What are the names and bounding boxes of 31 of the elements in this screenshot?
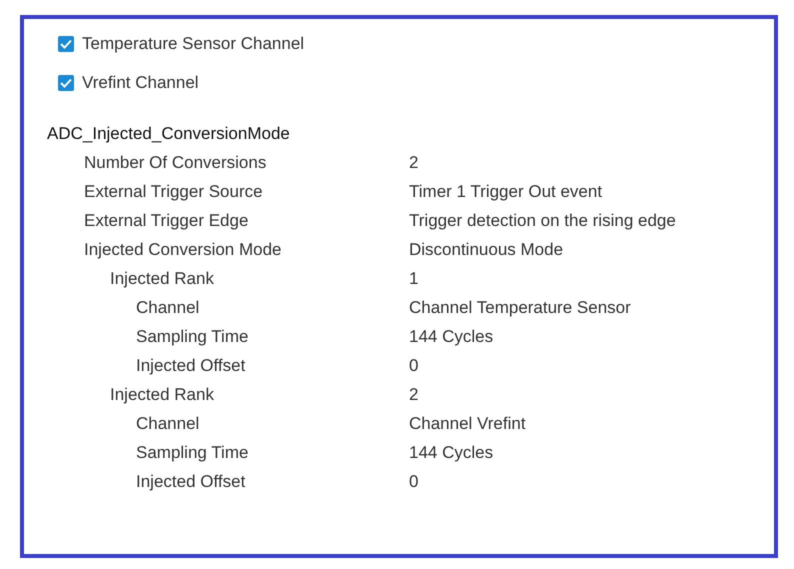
property-value: Trigger detection on the rising edge xyxy=(409,210,676,232)
property-label: Injected Offset xyxy=(136,356,246,375)
property-label: Injected Rank xyxy=(110,268,214,288)
checkmark-icon xyxy=(60,78,72,88)
property-label: Sampling Time xyxy=(136,442,248,462)
property-value: 1 xyxy=(409,268,418,290)
checkbox[interactable] xyxy=(58,75,74,91)
property-label: Channel xyxy=(136,414,200,433)
property-value: 144 Cycles xyxy=(409,442,494,464)
property-label: Injected Conversion Mode xyxy=(84,240,282,259)
property-value: 0 xyxy=(409,470,418,493)
property-value: 2 xyxy=(409,152,418,174)
property-value: 0 xyxy=(409,354,418,377)
property-value: Channel Vrefint xyxy=(409,412,526,435)
property-value: Channel Temperature Sensor xyxy=(409,296,631,319)
property-value: Timer 1 Trigger Out event xyxy=(409,180,602,203)
property-value: 144 Cycles xyxy=(409,326,494,348)
property-value: Discontinuous Mode xyxy=(409,238,564,261)
property-label: Sampling Time xyxy=(136,326,248,346)
property-label: Injected Offset xyxy=(136,472,246,491)
property-label: External Trigger Edge xyxy=(84,210,248,230)
section-title: ADC_Injected_ConversionMode xyxy=(47,122,290,145)
checkbox[interactable] xyxy=(58,36,74,52)
property-value: 2 xyxy=(409,384,418,406)
property-label: Number Of Conversions xyxy=(84,152,266,172)
checkmark-icon xyxy=(60,39,72,49)
checkbox-label: Vrefint Channel xyxy=(82,72,199,94)
property-label: Channel xyxy=(136,298,200,317)
checkbox-label: Temperature Sensor Channel xyxy=(82,33,304,56)
property-label: Injected Rank xyxy=(110,384,214,404)
property-label: External Trigger Source xyxy=(84,182,263,201)
